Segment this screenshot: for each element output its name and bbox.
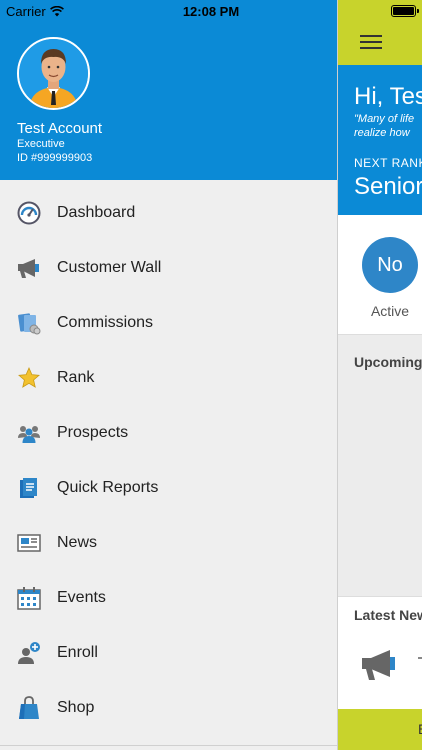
menu-label: Enroll — [57, 643, 98, 661]
menu-item-news[interactable]: News — [0, 515, 337, 570]
quote-line: "Many of life — [354, 113, 415, 125]
battery-icon — [391, 5, 419, 17]
stats-panel: No Active — [338, 215, 422, 335]
menu-item-enroll[interactable]: Enroll — [0, 625, 337, 680]
menu-item-commissions[interactable]: Commissions — [0, 295, 337, 350]
main-screen: Hi, Tes "Many of life realize how NEXT R… — [337, 0, 422, 750]
menu-label: Dashboard — [57, 203, 136, 221]
profile-id: ID #999999903 — [17, 152, 93, 164]
menu-item-prospects[interactable]: Prospects — [0, 405, 337, 460]
prospects-icon — [17, 421, 41, 445]
latest-news-heading: Latest New — [354, 607, 422, 623]
enroll-icon — [17, 641, 41, 665]
profile-role: Executive — [17, 138, 65, 150]
status-bar: Carrier 12:08 PM — [0, 0, 422, 22]
news-icon — [17, 531, 41, 555]
news-item-preview — [418, 657, 422, 659]
quote-text: "Many of life realize how — [354, 112, 414, 140]
shopping-bag-icon — [17, 695, 41, 720]
greeting-text: Hi, Tes — [354, 83, 422, 110]
profile-name: Test Account — [17, 120, 103, 137]
menu-label: News — [57, 533, 98, 551]
menu-label: Prospects — [57, 423, 129, 441]
welcome-banner: Hi, Tes "Many of life realize how NEXT R… — [338, 65, 422, 215]
active-label: Active — [370, 303, 410, 319]
active-status-circle[interactable]: No — [362, 237, 418, 293]
menu-item-customer-wall[interactable]: Customer Wall — [0, 240, 337, 295]
drawer-menu: Dashboard Customer Wall Commissions Rank… — [0, 185, 337, 735]
latest-news-panel: Latest New — [338, 596, 422, 709]
quote-line: realize how — [354, 127, 410, 139]
star-icon — [17, 366, 41, 390]
menu-label: Customer Wall — [57, 258, 162, 276]
menu-item-events[interactable]: Events — [0, 570, 337, 625]
menu-label: Events — [57, 588, 106, 606]
calendar-icon — [17, 586, 41, 610]
hamburger-menu-icon[interactable] — [360, 35, 382, 49]
megaphone-icon — [17, 256, 41, 280]
bottom-bar: E — [338, 709, 422, 750]
menu-label: Rank — [57, 368, 95, 386]
menu-label: Shop — [57, 698, 95, 716]
avatar[interactable] — [17, 37, 90, 110]
commissions-icon — [17, 311, 41, 335]
next-rank-value: Senior — [354, 173, 422, 200]
navigation-drawer: Test Account Executive ID #999999903 Das… — [0, 0, 337, 750]
megaphone-icon[interactable] — [360, 647, 398, 681]
menu-item-rank[interactable]: Rank — [0, 350, 337, 405]
report-icon — [17, 476, 41, 500]
bottom-bar-label[interactable]: E — [418, 721, 422, 737]
avatar-illustration — [19, 39, 88, 108]
next-rank-label: NEXT RANK — [354, 156, 422, 170]
menu-item-dashboard[interactable]: Dashboard — [0, 185, 337, 240]
menu-item-shop[interactable]: Shop — [0, 680, 337, 735]
upcoming-heading: Upcoming — [354, 354, 422, 370]
menu-label: Quick Reports — [57, 478, 159, 496]
dashboard-icon — [17, 201, 41, 225]
drawer-divider — [0, 745, 337, 750]
menu-item-quick-reports[interactable]: Quick Reports — [0, 460, 337, 515]
clock: 12:08 PM — [182, 4, 240, 19]
profile-header: Test Account Executive ID #999999903 — [0, 0, 337, 180]
menu-label: Commissions — [57, 313, 154, 331]
